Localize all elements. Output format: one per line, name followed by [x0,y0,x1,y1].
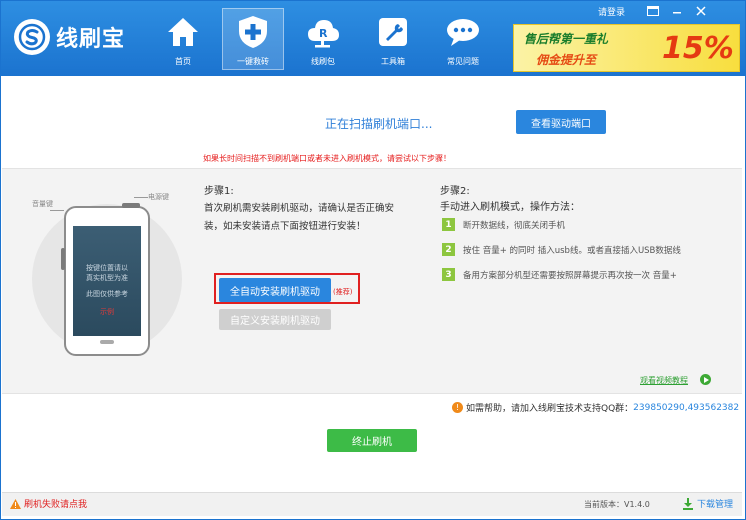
step2-description: 手动进入刷机模式，操作方法： [440,202,580,213]
chat-icon [443,13,483,51]
app-logo: 线刷宝 [14,17,144,57]
auto-install-driver-button[interactable]: 全自动安装刷机驱动 [219,278,331,302]
scan-warning: 如果长时间扫描不到刷机端口或者未进入刷机模式，请尝试以下步骤！ [203,154,451,163]
close-icon[interactable] [691,4,711,18]
phone-illustration: 音量键 电源键 按键位置请以 真实机型为准 此图仅供参考 示例 [28,184,188,364]
phone-screen: 按键位置请以 真实机型为准 此图仅供参考 示例 [73,226,141,336]
window-controls: 请登录 [598,4,711,18]
volume-key-label: 音量键 [32,200,53,208]
phone-body: 按键位置请以 真实机型为准 此图仅供参考 示例 [61,203,150,356]
nav-home[interactable]: 首页 [152,8,214,70]
shield-plus-icon [233,13,273,51]
nav-toolbox[interactable]: 工具箱 [362,8,424,70]
cloud-rom-icon: R [303,13,343,51]
login-link[interactable]: 请登录 [598,5,625,18]
custom-install-driver-button[interactable]: 自定义安装刷机驱动 [219,309,331,330]
step-number-badge: 3 [442,268,455,281]
app-header: 线刷宝 首页 一键救砖 R 线刷包 工具箱 常见问题 请登录 售后帮第一重礼 佣… [0,0,746,76]
phone-power-button [122,203,140,208]
app-name: 线刷宝 [56,27,126,52]
svg-text:R: R [319,27,328,40]
step-number-badge: 1 [442,218,455,231]
version-label: 当前版本：V1.4.0 [584,500,650,509]
step1-description: 首次刷机需安装刷机驱动，请确认是否正确安装，如未安装请点下面按钮进行安装！ [204,203,395,232]
phone-volume-button [61,248,65,270]
warning-icon [10,498,21,509]
phone-home-button [100,340,114,344]
minimize-icon[interactable] [667,4,687,18]
download-icon [683,497,693,510]
stop-flash-button[interactable]: 终止刷机 [327,429,417,452]
home-icon [163,13,203,51]
step2-item: 3 备用方案部分机型还需要按照屏幕提示再次按一次 音量+ [442,268,677,281]
nav-rom[interactable]: R 线刷包 [292,8,354,70]
video-tutorial-link[interactable]: 观看视频教程 [640,375,688,386]
recommend-badge: (推荐) [333,288,353,296]
main-nav: 首页 一键救砖 R 线刷包 工具箱 常见问题 [152,8,502,70]
wrench-icon [373,13,413,51]
volume-leader-line [50,210,64,211]
skin-icon[interactable] [643,4,663,18]
promo-banner[interactable]: 售后帮第一重礼 佣金提升至 15% [513,24,740,72]
help-info: ! 如需帮助，请加入线刷宝技术支持QQ群： 239850290,49356238… [452,401,739,414]
step2-item: 1 断开数据线，彻底关闭手机 [442,218,565,231]
download-manager-button[interactable]: 下载管理 [683,497,733,510]
step2-title: 步骤2: [440,186,470,197]
power-leader-line [134,197,148,198]
scan-status: 正在扫描刷机端口... [325,117,433,131]
help-icon: ! [452,402,463,413]
flash-fail-link[interactable]: 刷机失败请点我 [10,497,87,510]
step-number-badge: 2 [442,243,455,256]
qq-group-numbers[interactable]: 239850290,493562382 [633,403,739,413]
power-key-label: 电源键 [148,193,169,201]
nav-faq[interactable]: 常见问题 [432,8,494,70]
view-driver-port-button[interactable]: 查看驱动端口 [516,110,606,134]
nav-unbrick[interactable]: 一键救砖 [222,8,284,70]
play-icon[interactable] [700,374,711,385]
logo-s-icon [14,19,50,55]
step1-title: 步骤1: [204,186,234,197]
step2-item: 2 按住 音量+ 的同时 插入usb线。或者直接插入USB数据线 [442,243,681,256]
